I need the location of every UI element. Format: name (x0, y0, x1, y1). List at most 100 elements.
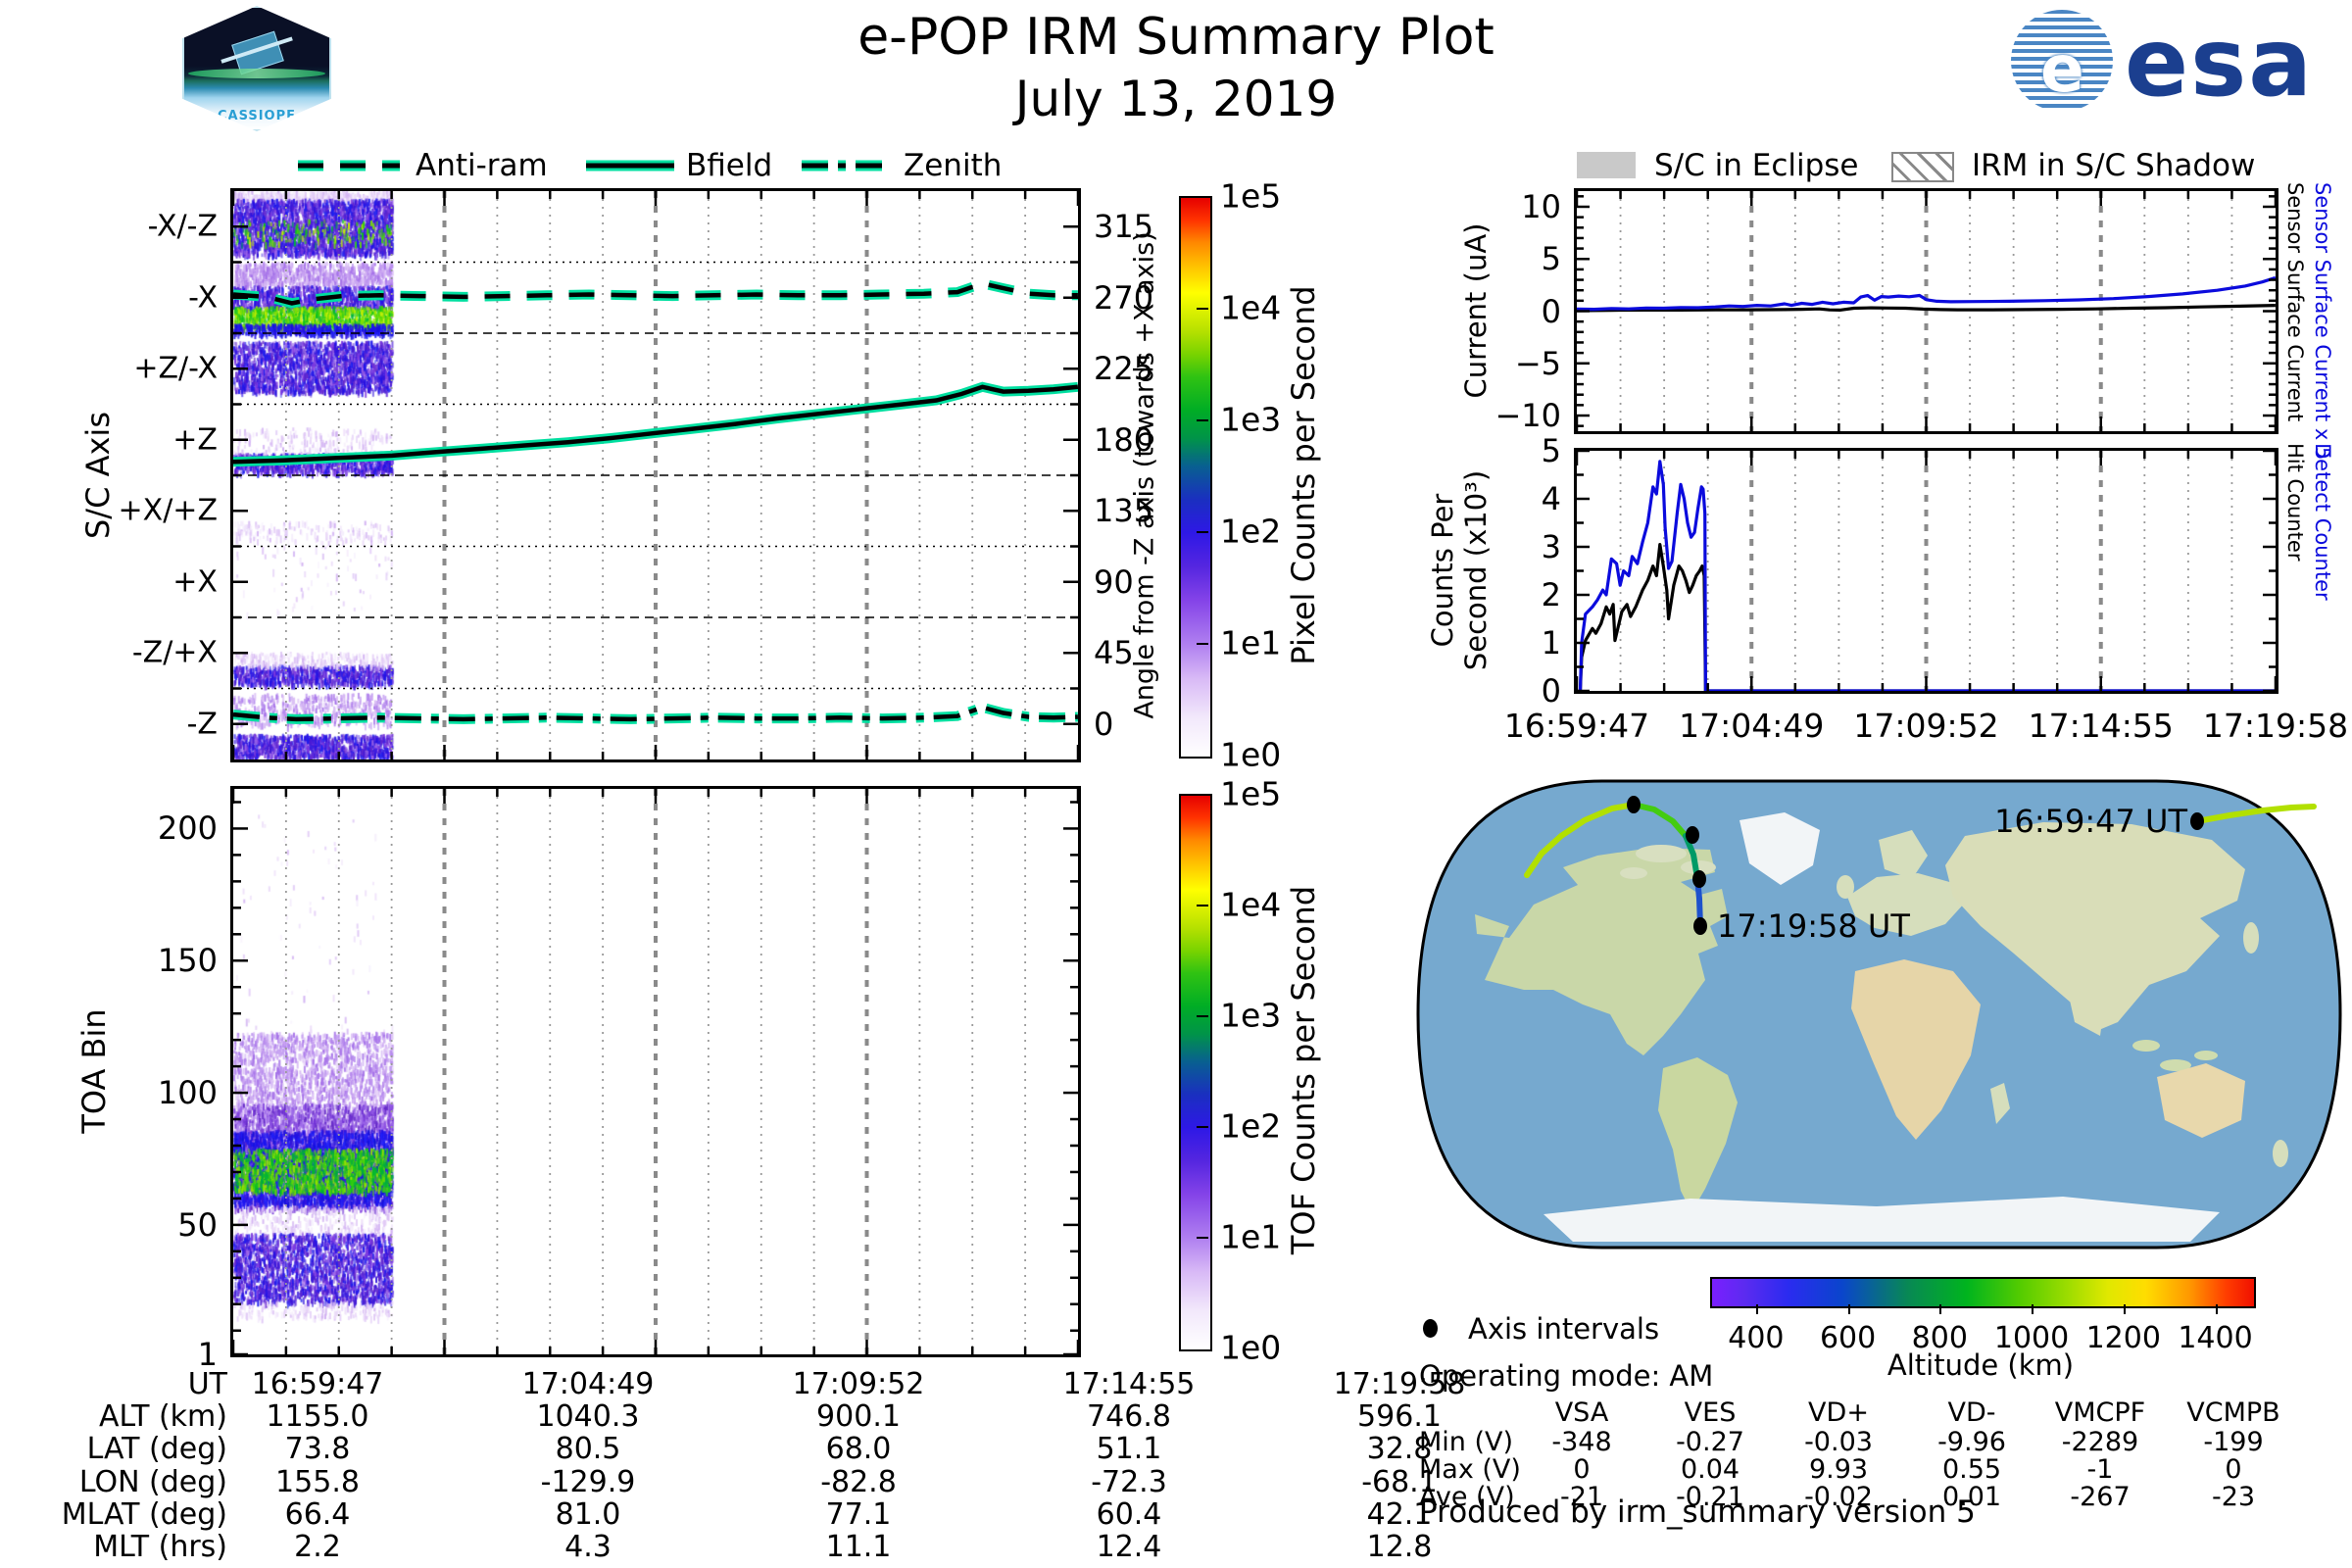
xtick-17:04:49: 17:04:49 (1679, 707, 1825, 745)
sc_axis-plot (230, 188, 1081, 762)
voltage-col-VES: VES (1684, 1397, 1737, 1428)
station-cell: 746.8 (1087, 1399, 1171, 1435)
voltage-col-VMCPF: VMCPF (2054, 1397, 2146, 1428)
voltage-col-VCMPB: VCMPB (2186, 1397, 2280, 1428)
counts-ylabel-line2: Second (x10³) (1459, 469, 1493, 671)
station-row-label-MLT (hrs): MLT (hrs) (93, 1530, 227, 1564)
toa-ytick-150: 150 (157, 942, 218, 980)
counts-plot (1574, 448, 2278, 694)
voltage-col-VD+: VD+ (1808, 1397, 1869, 1428)
eclipse-legend-swatch (1577, 152, 1636, 178)
tof-colorbar-label: TOF Counts per Second (1285, 885, 1322, 1255)
axis-intervals-legend-label: Axis intervals (1468, 1312, 1660, 1346)
counts-ytick-1: 1 (1541, 624, 1561, 662)
cb2-tickmark (1197, 1015, 1208, 1017)
axis-interval-marker-icon (1423, 1319, 1438, 1338)
voltage-cell: -0.02 (1804, 1482, 1873, 1512)
cb2-tick-1e1: 1e1 (1220, 1217, 1282, 1256)
sc-axis-ytick-+Z: +Z (172, 422, 218, 458)
page: CASSIOPE e-POP IRM Summary Plot July 13,… (0, 0, 2352, 1568)
angle-ytick-315: 315 (1094, 208, 1154, 246)
voltage-row-label-Max (V): Max (V) (1419, 1454, 1521, 1485)
voltage-cell: -2289 (2061, 1427, 2139, 1457)
sc-axis-ytick-+X/+Z: +X/+Z (118, 493, 218, 528)
station-cell: 68.0 (825, 1432, 892, 1467)
counts-ytick-0: 0 (1541, 672, 1561, 710)
station-cell: -129.9 (540, 1464, 636, 1499)
station-cell: 4.3 (564, 1530, 612, 1564)
station-cell: 77.1 (825, 1496, 892, 1532)
page-date: July 13, 2019 (1014, 71, 1338, 127)
station-cell: 11.1 (825, 1530, 892, 1564)
aurora-icon (188, 69, 325, 78)
angle-ytick-0: 0 (1094, 705, 1114, 743)
cb1-tick-1e3: 1e3 (1220, 400, 1282, 439)
voltage-cell: -199 (2203, 1427, 2264, 1457)
cb2-tick-1e2: 1e2 (1220, 1106, 1282, 1146)
altbar-tickmark-1200 (2123, 1304, 2126, 1314)
current-ylabel: Current (uA) (1459, 222, 1493, 399)
counts-ytick-2: 2 (1541, 576, 1561, 613)
pixel-colorbar-label: Pixel Counts per Second (1285, 285, 1322, 665)
cb2-tickmark (1197, 1237, 1208, 1239)
xtick-16:59:47: 16:59:47 (1503, 707, 1650, 745)
toa_bin-plot (230, 786, 1081, 1357)
station-row-label-ALT (km): ALT (km) (99, 1399, 227, 1435)
sc-axis-ytick--X: -X (188, 280, 218, 316)
station-cell: 1155.0 (266, 1399, 369, 1435)
station-cell: -72.3 (1091, 1464, 1167, 1499)
left-legend-samples (298, 160, 890, 172)
toa-ytick-100: 100 (157, 1074, 218, 1112)
station-row-label-UT: UT (187, 1367, 227, 1401)
station-cell: 17:04:49 (521, 1367, 655, 1401)
angle-ytick-135: 135 (1094, 492, 1154, 530)
voltage-col-VD-: VD- (1947, 1397, 1996, 1428)
current-ytick-5: 5 (1541, 240, 1561, 278)
tof-counts-colorbar (1179, 794, 1212, 1351)
voltage-row-label-Ave (V): Ave (V) (1419, 1482, 1515, 1512)
patch-label: CASSIOPE (217, 109, 297, 123)
altbar-tick-1400: 1400 (2178, 1321, 2253, 1355)
cb2-tickmark (1197, 905, 1208, 906)
station-cell: 16:59:47 (251, 1367, 384, 1401)
cb1-tickmark (1197, 308, 1208, 310)
station-cell: 1040.3 (536, 1399, 640, 1435)
altbar-tick-600: 600 (1819, 1321, 1877, 1355)
current-ytick--10: −10 (1494, 397, 1561, 435)
angle-ytick-180: 180 (1094, 420, 1154, 459)
voltage-cell: -1 (2086, 1454, 2114, 1485)
sc-axis-ytick--Z/+X: -Z/+X (131, 635, 218, 670)
sc-axis-ytick--X/-Z: -X/-Z (147, 209, 218, 244)
toa-ytick-200: 200 (157, 809, 218, 848)
cb2-tick-1e5: 1e5 (1220, 774, 1282, 813)
station-row-label-LAT (deg): LAT (deg) (86, 1432, 227, 1467)
voltage-row-label-Min (V): Min (V) (1419, 1427, 1514, 1457)
voltage-cell: -0.03 (1804, 1427, 1873, 1457)
cb1-tickmark (1197, 419, 1208, 421)
current-ytick-10: 10 (1521, 187, 1561, 225)
shadow-legend-swatch (1891, 152, 1954, 182)
xtick-17:09:52: 17:09:52 (1853, 707, 1999, 745)
voltage-cell: 0.55 (1941, 1454, 2002, 1485)
altbar-tick-1200: 1200 (2085, 1321, 2161, 1355)
voltage-cell: 9.93 (1808, 1454, 1869, 1485)
track-start-time-label: 16:59:47 UT (1994, 803, 2187, 840)
sc-axis-ylabel: S/C Axis (79, 412, 117, 539)
altbar-tick-1000: 1000 (1993, 1321, 2070, 1355)
sensor-surface-current-x5-label: Sensor Surface Current x 5 (2311, 182, 2334, 461)
counts-ytick-4: 4 (1541, 480, 1561, 517)
station-row-label-LON (deg): LON (deg) (78, 1464, 227, 1499)
cb2-tick-1e0: 1e0 (1220, 1328, 1282, 1367)
voltage-cell: -267 (2070, 1482, 2131, 1512)
xtick-17:19:58: 17:19:58 (2202, 707, 2349, 745)
cb1-tick-1e0: 1e0 (1220, 735, 1282, 774)
station-cell: 60.4 (1096, 1496, 1162, 1532)
altbar-tick-800: 800 (1911, 1321, 1968, 1355)
counts-ytick-3: 3 (1541, 528, 1561, 565)
altitude-colorbar (1710, 1277, 2256, 1308)
angle-ytick-45: 45 (1094, 634, 1134, 672)
angle-ytick-90: 90 (1094, 563, 1134, 601)
station-cell: 81.0 (555, 1496, 621, 1532)
station-cell: 73.8 (284, 1432, 351, 1467)
current-plot (1574, 188, 2278, 434)
